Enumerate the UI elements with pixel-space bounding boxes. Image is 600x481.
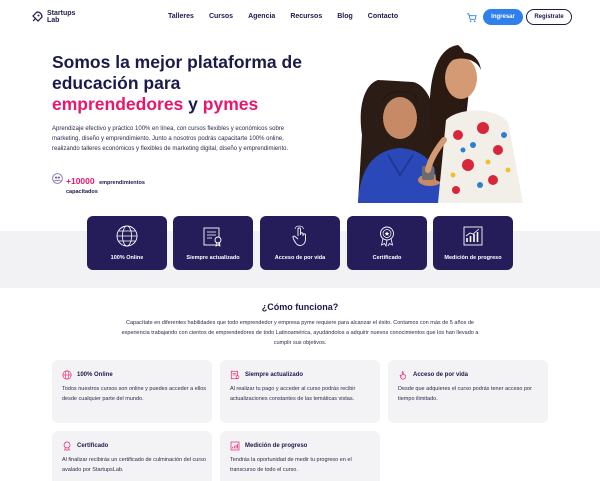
info-card-progress: Medición de progreso Tendrás la oportuni… [220,431,380,481]
hero-title: Somos la mejor plataforma de educación p… [52,52,302,114]
logo-line-2: Lab [47,17,60,24]
how-it-works-description: Capacítate en diferentes habilidades que… [121,320,479,346]
nav-item-cursos[interactable]: Cursos [209,13,233,20]
stat-number: +10000 [66,176,95,186]
feature-label: Medición de progreso [444,255,502,261]
feature-label: 100% Online [110,255,144,261]
feature-card-certificate[interactable]: Certificado [347,216,427,270]
feature-card-progress[interactable]: Medición de progreso [433,216,513,270]
touch-icon [399,371,406,380]
nav-item-agencia[interactable]: Agencia [248,13,275,20]
register-button[interactable]: Registrate [526,9,572,25]
info-card-certificate: Certificado Al finalizar recibirás un ce… [52,431,212,481]
top-nav: Startups Lab Talleres Cursos Agencia Rec… [0,0,600,36]
chart-icon [230,441,240,451]
nav-item-talleres[interactable]: Talleres [168,13,194,20]
how-it-works-title: ¿Cómo funciona? [261,302,339,312]
info-card-updated: Siempre actualizado Al realizar tu pago … [220,360,380,423]
nav-item-contacto[interactable]: Contacto [368,13,398,20]
card-text: Desde que adquieres el curso podrás tene… [398,386,532,402]
card-text: Tendrás la oportunidad de medir tu progr… [230,457,352,473]
logo-line-1: Startups [47,10,76,17]
feature-card-online[interactable]: 100% Online [87,216,167,270]
people-icon [52,173,63,184]
nav-item-recursos[interactable]: Recursos [290,13,322,20]
card-title: Medición de progreso [245,443,308,449]
startupslab-logo[interactable]: Startups Lab [30,10,75,24]
card-text: Todos nuestros cursos son online y puede… [62,386,207,402]
stat-label-1: emprendimientos [99,180,145,186]
info-card-online: 100% Online Todos nuestros cursos son on… [52,360,212,423]
card-text: Al finalizar recibirás un certificado de… [62,457,206,473]
certificate-doc-icon [230,370,240,380]
feature-label: Certificado [372,255,402,261]
feature-card-updated[interactable]: Siempre actualizado [173,216,253,270]
certificate-doc-icon [203,227,222,247]
main-menu: Talleres Cursos Agencia Recursos Blog Co… [168,13,413,20]
feature-card-lifetime[interactable]: Acceso de por vida [260,216,340,270]
card-title: Acceso de por vida [413,372,469,378]
card-title: Siempre actualizado [245,372,304,378]
cart-icon[interactable] [466,12,477,23]
stat-label-2: capacitados [66,189,98,195]
feature-label: Acceso de por vida [274,255,326,261]
card-title: Certificado [77,443,109,449]
hero-photo-two-women [358,45,523,203]
info-card-lifetime: Acceso de por vida Desde que adquieres e… [388,360,548,423]
touch-icon [292,225,306,246]
feature-label: Siempre actualizado [186,255,240,261]
world-icon [116,225,138,247]
award-icon [380,226,394,248]
rocket-icon [32,11,43,22]
card-title: 100% Online [77,372,113,378]
stat-entrepreneurs: +10000 emprendimientos capacitados [52,171,145,196]
nav-item-blog[interactable]: Blog [337,13,353,20]
card-text: Al realizar tu pago y acceder al curso p… [230,386,356,402]
login-button[interactable]: Ingresar [483,9,523,25]
world-icon [62,370,72,380]
chart-icon [463,226,483,246]
award-icon [63,441,71,451]
hero-description: Aprendizaje efectivo y práctico 100% en … [52,126,289,153]
